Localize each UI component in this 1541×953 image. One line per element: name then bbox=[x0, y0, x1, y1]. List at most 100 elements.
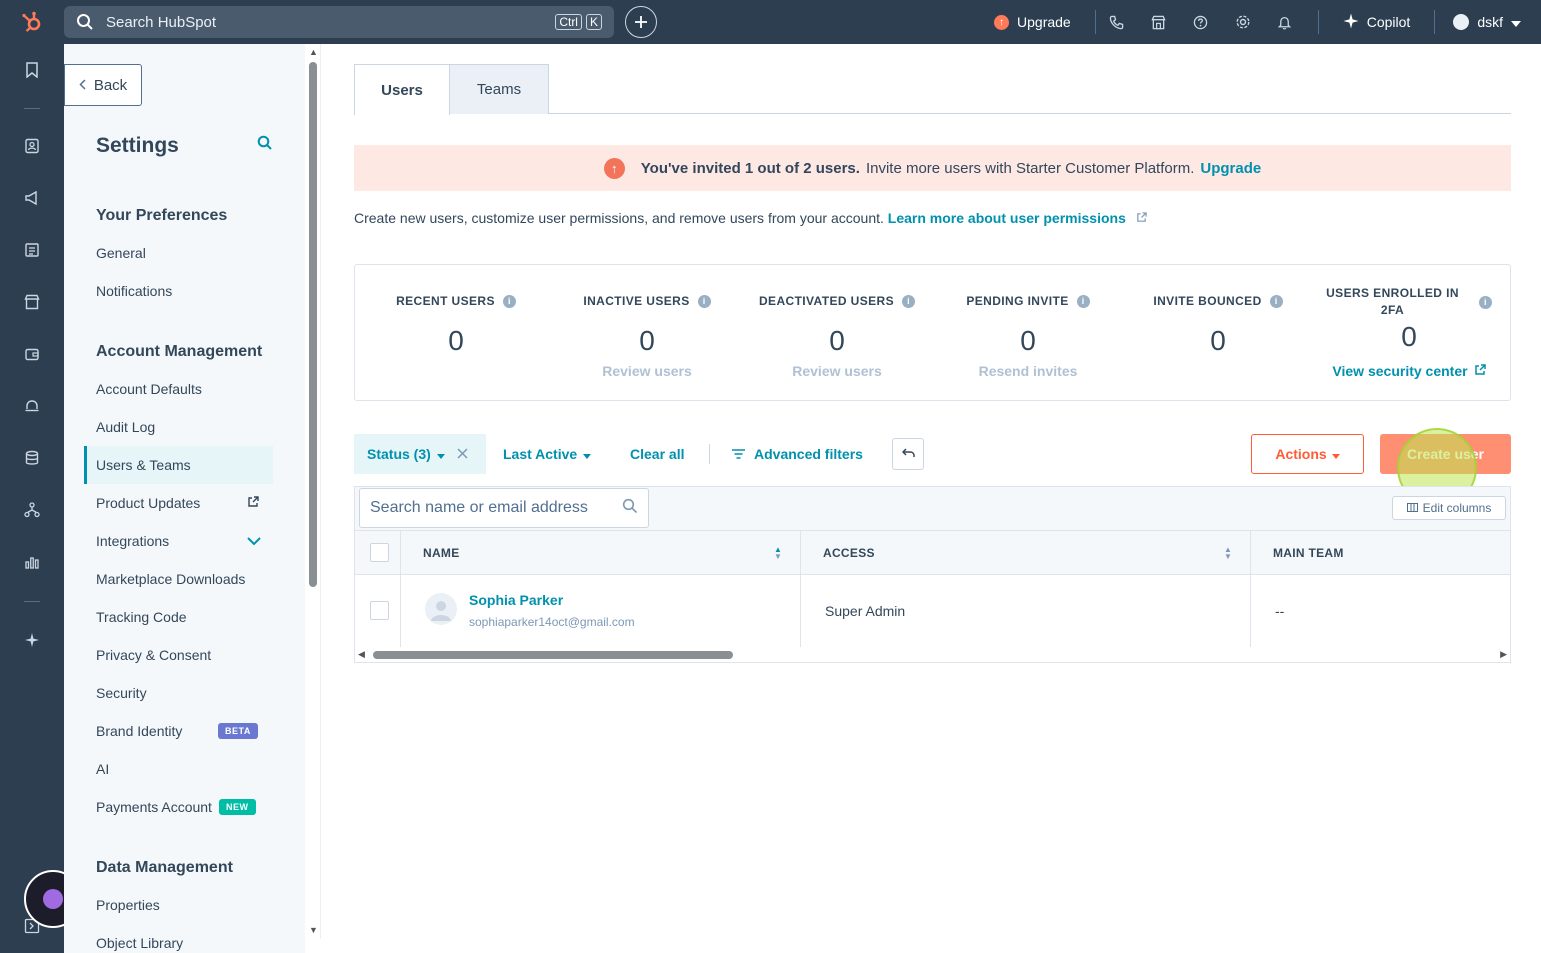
close-icon[interactable] bbox=[457, 446, 468, 462]
actions-button[interactable]: Actions bbox=[1251, 434, 1364, 474]
create-plus-button[interactable] bbox=[625, 6, 657, 38]
gear-icon[interactable] bbox=[1222, 14, 1264, 30]
breeze-sparkle-icon[interactable] bbox=[22, 630, 42, 650]
stat-label: DEACTIVATED USERS bbox=[758, 294, 895, 308]
settings-search-icon[interactable] bbox=[257, 135, 273, 156]
divider bbox=[709, 444, 710, 464]
stat-value: 0 bbox=[639, 325, 655, 356]
filter-bar: Status (3) Last Active Clear all Advance… bbox=[354, 434, 1511, 474]
stat-value: 0 bbox=[1020, 325, 1036, 356]
sidebar-item-general[interactable]: General bbox=[84, 234, 273, 272]
user-main-team: -- bbox=[1275, 603, 1285, 619]
column-header-access[interactable]: ACCESS bbox=[823, 531, 875, 575]
content-icon[interactable] bbox=[22, 240, 42, 260]
sidebar-item-account-defaults[interactable]: Account Defaults bbox=[84, 370, 273, 408]
sidebar-item-product-updates[interactable]: Product Updates bbox=[84, 484, 273, 522]
hubspot-logo-icon[interactable] bbox=[0, 0, 64, 44]
scroll-down-icon[interactable]: ▼ bbox=[309, 925, 318, 935]
sidebar-item-notifications[interactable]: Notifications bbox=[84, 272, 273, 310]
info-icon[interactable]: i bbox=[902, 294, 916, 308]
info-icon[interactable]: i bbox=[697, 294, 711, 308]
wallet-icon[interactable] bbox=[22, 344, 42, 364]
sidebar-item-ai[interactable]: AI bbox=[84, 750, 273, 788]
tab-teams[interactable]: Teams bbox=[449, 64, 549, 114]
upgrade-alert-banner: ↑ You've invited 1 out of 2 users. Invit… bbox=[354, 145, 1511, 191]
status-filter[interactable]: Status (3) bbox=[354, 434, 486, 474]
sort-icon[interactable]: ▲ ▼ bbox=[1224, 546, 1232, 561]
help-icon[interactable] bbox=[1180, 15, 1222, 30]
back-button[interactable]: Back bbox=[64, 64, 142, 106]
reports-icon[interactable] bbox=[22, 552, 42, 572]
info-icon[interactable]: i bbox=[1269, 294, 1283, 308]
scroll-left-icon[interactable]: ◀ bbox=[358, 649, 365, 660]
alert-bold-text: You've invited 1 out of 2 users. bbox=[640, 159, 860, 177]
database-icon[interactable] bbox=[22, 448, 42, 468]
copilot-button[interactable]: Copilot bbox=[1319, 13, 1435, 32]
bookmark-icon[interactable] bbox=[22, 60, 42, 80]
undo-button[interactable] bbox=[892, 438, 924, 470]
upgrade-button[interactable]: ↑ Upgrade bbox=[994, 14, 1095, 30]
alert-upgrade-link[interactable]: Upgrade bbox=[1200, 160, 1261, 177]
sidebar-item-audit-log[interactable]: Audit Log bbox=[84, 408, 273, 446]
bell-icon[interactable] bbox=[1264, 15, 1306, 30]
view-security-center-link[interactable]: View security center bbox=[1314, 363, 1504, 379]
column-header-main-team[interactable]: MAIN TEAM bbox=[1273, 531, 1344, 575]
sidebar-item-label: Integrations bbox=[96, 533, 170, 549]
undo-icon bbox=[901, 445, 915, 463]
table-search-input[interactable]: Search name or email address bbox=[359, 488, 649, 528]
last-active-filter[interactable]: Last Active bbox=[503, 434, 592, 474]
global-search-input[interactable]: Search HubSpot Ctrl K bbox=[64, 6, 614, 38]
sidebar-item-marketplace-downloads[interactable]: Marketplace Downloads bbox=[84, 560, 273, 598]
info-icon[interactable]: i bbox=[502, 294, 516, 308]
service-icon[interactable] bbox=[22, 396, 42, 416]
info-icon[interactable]: i bbox=[1076, 294, 1090, 308]
stat-invite-bounced: INVITE BOUNCED i 0 bbox=[1123, 265, 1313, 402]
review-users-link[interactable]: Review users bbox=[552, 363, 742, 379]
clear-all-button[interactable]: Clear all bbox=[630, 434, 684, 474]
user-name-link[interactable]: Sophia Parker bbox=[469, 592, 563, 608]
new-badge: NEW bbox=[219, 799, 256, 815]
status-filter-label: Status (3) bbox=[367, 446, 431, 462]
sort-icon[interactable]: ▲ ▼ bbox=[774, 546, 782, 561]
sidebar-item-privacy-consent[interactable]: Privacy & Consent bbox=[84, 636, 273, 674]
review-users-link[interactable]: Review users bbox=[742, 363, 932, 379]
scroll-right-icon[interactable]: ▶ bbox=[1500, 649, 1507, 660]
sidebar-item-security[interactable]: Security bbox=[84, 674, 273, 712]
resend-invites-link[interactable]: Resend invites bbox=[933, 363, 1123, 379]
upgrade-arrow-icon: ↑ bbox=[603, 157, 625, 179]
select-all-checkbox[interactable] bbox=[370, 543, 389, 562]
scrollbar-thumb[interactable] bbox=[309, 62, 317, 587]
sidebar-item-integrations[interactable]: Integrations bbox=[84, 522, 273, 560]
sidebar-item-properties[interactable]: Properties bbox=[84, 886, 273, 924]
sidebar-item-users-teams[interactable]: Users & Teams bbox=[84, 446, 273, 484]
table-horizontal-scrollbar[interactable]: ◀ ▶ bbox=[355, 647, 1510, 662]
sidebar-item-brand-identity[interactable]: Brand Identity BETA bbox=[84, 712, 273, 750]
commerce-icon[interactable] bbox=[22, 292, 42, 312]
rail-divider bbox=[24, 601, 40, 602]
sidebar-item-tracking-code[interactable]: Tracking Code bbox=[84, 598, 273, 636]
row-checkbox[interactable] bbox=[370, 601, 389, 620]
scroll-up-icon[interactable]: ▲ bbox=[309, 47, 318, 57]
phone-icon[interactable] bbox=[1096, 15, 1138, 30]
sidebar-item-object-library[interactable]: Object Library bbox=[84, 924, 273, 953]
tab-users[interactable]: Users bbox=[354, 64, 450, 115]
workflow-icon[interactable] bbox=[22, 500, 42, 520]
info-icon[interactable]: i bbox=[1478, 295, 1492, 309]
caret-down-icon bbox=[1331, 446, 1340, 462]
contacts-icon[interactable] bbox=[22, 136, 42, 156]
marketplace-icon[interactable] bbox=[1138, 15, 1180, 30]
chevron-down-icon[interactable] bbox=[247, 533, 261, 549]
column-header-name[interactable]: NAME bbox=[423, 531, 460, 575]
sidebar-item-payments-account[interactable]: Payments Account NEW bbox=[84, 788, 273, 826]
advanced-filters-button[interactable]: Advanced filters bbox=[732, 434, 863, 474]
sidebar-scrollbar[interactable]: ▲ ▼ bbox=[305, 44, 321, 939]
user-access: Super Admin bbox=[825, 603, 906, 619]
account-menu[interactable]: dskf bbox=[1435, 14, 1541, 30]
megaphone-icon[interactable] bbox=[22, 188, 42, 208]
back-label: Back bbox=[93, 76, 128, 94]
table-search-placeholder: Search name or email address bbox=[370, 499, 588, 516]
edit-columns-button[interactable]: Edit columns bbox=[1392, 496, 1506, 520]
external-link-icon bbox=[1130, 210, 1147, 226]
learn-more-link[interactable]: Learn more about user permissions bbox=[888, 210, 1126, 226]
scrollbar-thumb[interactable] bbox=[373, 651, 733, 659]
